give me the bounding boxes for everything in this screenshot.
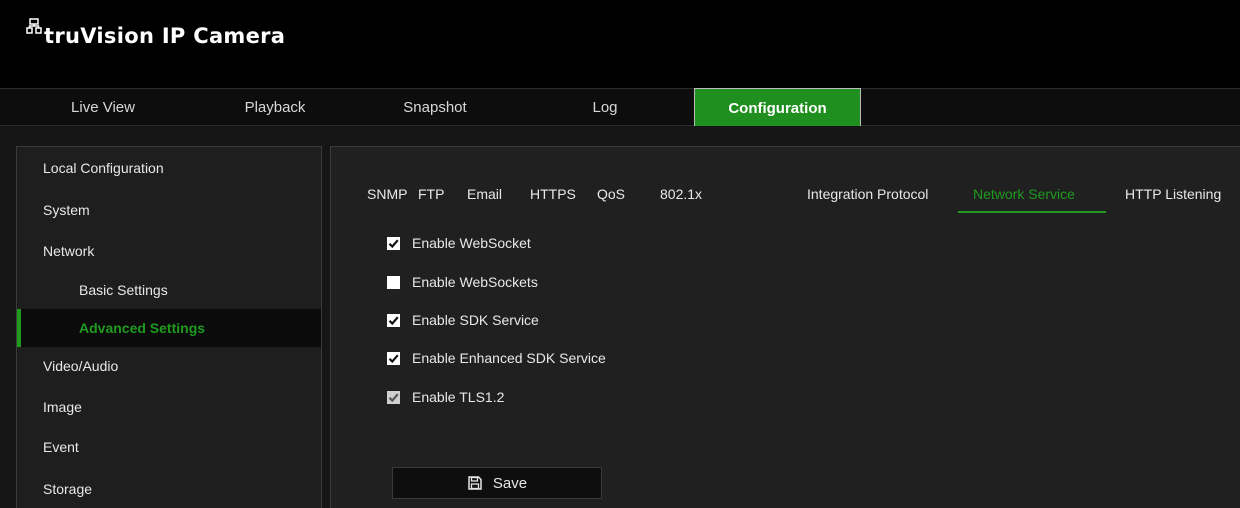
sidebar-item-video-audio[interactable]: Video/Audio [17,347,321,385]
tab-email[interactable]: Email [467,183,502,205]
logo: truVision IP Camera [26,18,286,62]
tab-snmp[interactable]: SNMP [367,183,407,205]
active-tab-indicator [958,211,1106,213]
tab-integration-protocol[interactable]: Integration Protocol [807,183,928,205]
label-enable-websockets: Enable WebSockets [412,274,538,290]
label-enable-enhanced-sdk-service: Enable Enhanced SDK Service [412,350,606,366]
tab-https[interactable]: HTTPS [530,183,576,205]
sidebar-item-advanced-settings[interactable]: Advanced Settings [17,309,321,347]
checkbox-enable-enhanced-sdk-service[interactable] [387,351,400,365]
tab-ftp[interactable]: FTP [418,183,444,205]
option-enable-websockets[interactable]: Enable WebSockets [387,272,538,292]
sidebar-item-local-configuration[interactable]: Local Configuration [17,149,321,187]
option-enable-sdk-service[interactable]: Enable SDK Service [387,310,539,330]
main-nav: Live View Playback Snapshot Log Configur… [0,88,1240,127]
save-button-label: Save [492,474,528,492]
sidebar-item-image[interactable]: Image [17,388,321,426]
option-enable-enhanced-sdk-service[interactable]: Enable Enhanced SDK Service [387,348,606,368]
tab-8021x[interactable]: 802.1x [660,183,702,205]
sidebar-item-system[interactable]: System [17,191,321,229]
nav-snapshot[interactable]: Snapshot [360,89,510,126]
label-enable-tls12: Enable TLS1.2 [412,389,505,405]
option-enable-tls12[interactable]: Enable TLS1.2 [387,387,504,407]
floppy-disk-icon [467,475,483,491]
save-button[interactable]: Save [392,467,602,499]
sidebar: Local Configuration System Network Basic… [16,146,322,508]
nav-log[interactable]: Log [530,89,680,126]
tab-http-listening[interactable]: HTTP Listening [1125,183,1221,205]
label-enable-websocket: Enable WebSocket [412,235,531,251]
checkbox-enable-websockets[interactable] [387,275,400,289]
app-header: truVision IP Camera [0,0,1240,88]
nav-configuration[interactable]: Configuration [694,88,861,127]
label-enable-sdk-service: Enable SDK Service [412,312,539,328]
checkbox-enable-websocket[interactable] [387,236,400,250]
sidebar-item-basic-settings[interactable]: Basic Settings [17,271,321,309]
sidebar-item-storage[interactable]: Storage [17,470,321,508]
app-title: truVision IP Camera [44,24,286,48]
tab-qos[interactable]: QoS [597,183,625,205]
network-logo-icon [26,18,42,34]
main-panel: SNMP FTP Email HTTPS QoS 802.1x Integrat… [330,146,1240,508]
option-enable-websocket[interactable]: Enable WebSocket [387,233,531,253]
sidebar-item-network[interactable]: Network [17,232,321,270]
nav-live-view[interactable]: Live View [28,89,178,126]
sidebar-item-event[interactable]: Event [17,428,321,466]
nav-playback[interactable]: Playback [200,89,350,126]
checkbox-enable-sdk-service[interactable] [387,313,400,327]
content-area: Local Configuration System Network Basic… [0,126,1240,508]
checkbox-enable-tls12[interactable] [387,390,400,404]
tab-network-service[interactable]: Network Service [973,183,1075,205]
